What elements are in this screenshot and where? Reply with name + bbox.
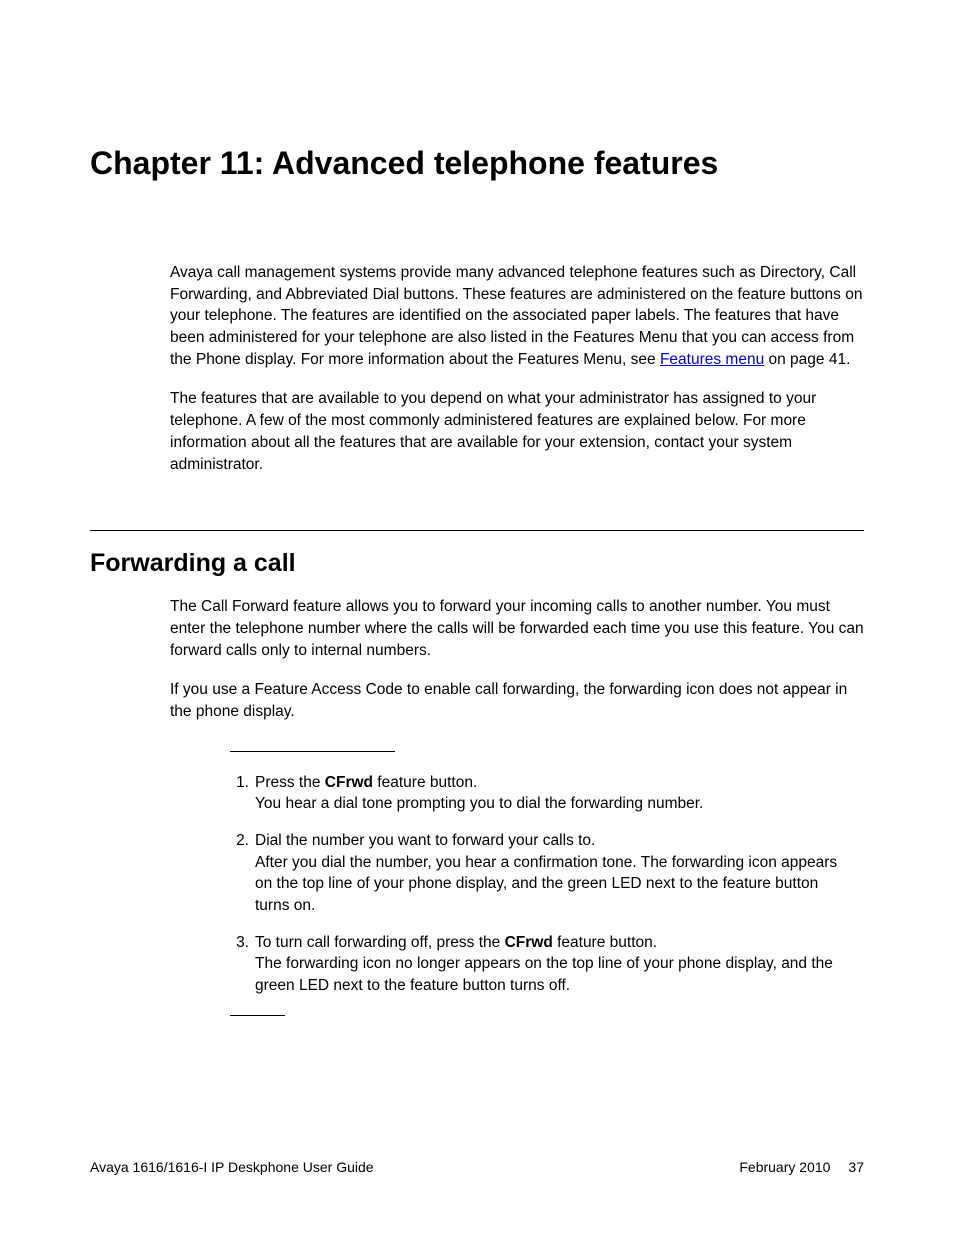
step-item: 3. To turn call forwarding off, press th… <box>230 932 864 997</box>
section-divider <box>90 530 864 531</box>
intro-text-after-link: on page 41. <box>764 351 850 368</box>
section-title: Forwarding a call <box>90 549 864 578</box>
footer-document-title: Avaya 1616/1616-I IP Deskphone User Guid… <box>90 1159 374 1175</box>
intro-paragraph-2: The features that are available to you d… <box>170 388 864 475</box>
step-text: To turn call forwarding off, press the <box>255 934 505 951</box>
footer-page-number: 37 <box>848 1159 864 1175</box>
step-text: You hear a dial tone prompting you to di… <box>255 795 703 812</box>
footer-date: February 2010 <box>739 1159 830 1175</box>
chapter-title: Chapter 11: Advanced telephone features <box>90 145 864 182</box>
step-content: To turn call forwarding off, press the C… <box>255 932 864 997</box>
features-menu-link[interactable]: Features menu <box>660 351 764 368</box>
step-text: After you dial the number, you hear a co… <box>255 854 837 914</box>
step-text: The forwarding icon no longer appears on… <box>255 955 833 994</box>
step-text: Dial the number you want to forward your… <box>255 832 595 849</box>
step-content: Press the CFrwd feature button. You hear… <box>255 772 864 815</box>
step-item: 1. Press the CFrwd feature button. You h… <box>230 772 864 815</box>
section-paragraph-1: The Call Forward feature allows you to f… <box>170 596 864 661</box>
section-paragraph-2: If you use a Feature Access Code to enab… <box>170 679 864 722</box>
page-footer: Avaya 1616/1616-I IP Deskphone User Guid… <box>90 1159 864 1175</box>
steps-list: 1. Press the CFrwd feature button. You h… <box>230 772 864 997</box>
step-bold-text: CFrwd <box>325 774 373 791</box>
step-number: 1. <box>230 772 255 815</box>
steps-end-rule <box>230 1015 285 1016</box>
step-bold-text: CFrwd <box>505 934 553 951</box>
step-content: Dial the number you want to forward your… <box>255 830 864 917</box>
intro-paragraph-1: Avaya call management systems provide ma… <box>170 262 864 370</box>
step-text: feature button. <box>553 934 657 951</box>
step-text: feature button. <box>373 774 477 791</box>
step-text: Press the <box>255 774 325 791</box>
step-item: 2. Dial the number you want to forward y… <box>230 830 864 917</box>
step-number: 2. <box>230 830 255 917</box>
step-number: 3. <box>230 932 255 997</box>
steps-start-rule <box>230 751 395 752</box>
